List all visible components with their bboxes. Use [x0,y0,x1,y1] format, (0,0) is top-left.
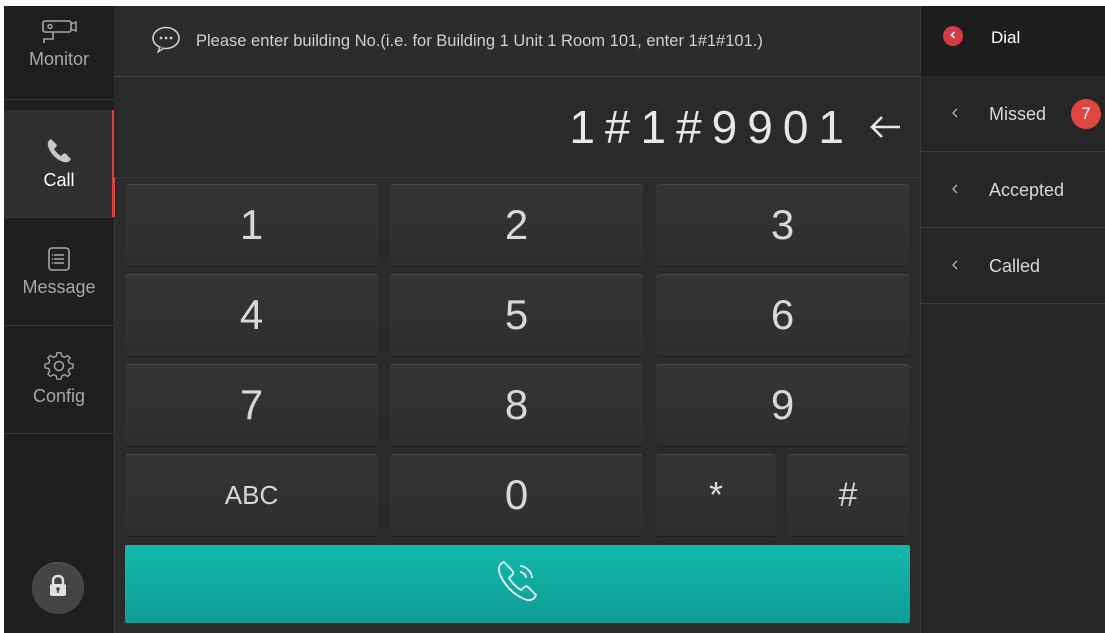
nav-item-monitor-label: Monitor [28,49,90,69]
backspace-arrow-icon[interactable] [868,113,902,141]
nav-item-call-label: Call [43,170,75,190]
right-panel: Dial Missed 7 Accepted Called [920,6,1105,633]
nav-item-call[interactable]: Call [4,110,115,218]
nav-item-monitor[interactable]: Monitor [4,6,114,100]
lock-icon [47,574,69,603]
intercom-screen: Monitor Call Message Config Please enter… [4,6,1105,633]
nav-item-config-label: Config [32,386,86,406]
chevron-left-icon [951,106,959,124]
key-0[interactable]: 0 [390,454,643,536]
chevron-left-icon [951,258,959,276]
nav-item-message-label: Message [22,277,96,297]
hint-text: Please enter building No.(i.e. for Build… [196,31,763,50]
call-button[interactable] [125,545,910,623]
left-nav: Monitor Call Message Config [4,6,115,633]
key-5[interactable]: 5 [390,274,643,356]
dial-display: 1#1#9901 [114,77,920,178]
chevron-left-icon [948,27,958,45]
right-panel-title: Dial [991,28,1021,47]
panel-item-label: Called [989,256,1041,276]
missed-count-badge: 7 [1071,99,1101,129]
panel-item-missed[interactable]: Missed 7 [921,76,1105,152]
right-panel-header: Dial [921,6,1105,76]
key-8[interactable]: 8 [390,364,643,446]
key-3[interactable]: 3 [656,184,909,266]
hint-bar: Please enter building No.(i.e. for Build… [114,6,920,77]
panel-item-accepted[interactable]: Accepted [921,152,1105,228]
key-7[interactable]: 7 [125,364,378,446]
panel-item-called[interactable]: Called [921,228,1105,304]
message-list-icon [46,245,72,273]
key-abc[interactable]: ABC [125,454,378,536]
key-4[interactable]: 4 [125,274,378,356]
key-star[interactable]: * [656,454,776,536]
panel-item-label: Accepted [989,180,1065,200]
gear-icon [44,352,74,382]
collapse-panel-button[interactable] [943,26,963,46]
nav-item-message[interactable]: Message [4,218,114,326]
lock-button[interactable] [32,562,84,614]
key-9[interactable]: 9 [656,364,909,446]
chat-bubble-icon [150,25,182,58]
camera-monitor-icon [40,19,78,45]
key-1[interactable]: 1 [125,184,378,266]
phone-call-icon [490,554,546,615]
key-6[interactable]: 6 [656,274,909,356]
phone-icon [44,136,74,166]
dialed-number: 1#1#9901 [569,101,854,153]
nav-item-config[interactable]: Config [4,326,114,434]
key-hash[interactable]: # [787,454,909,536]
chevron-left-icon [951,182,959,200]
panel-item-label: Missed [989,104,1047,124]
key-2[interactable]: 2 [390,184,643,266]
